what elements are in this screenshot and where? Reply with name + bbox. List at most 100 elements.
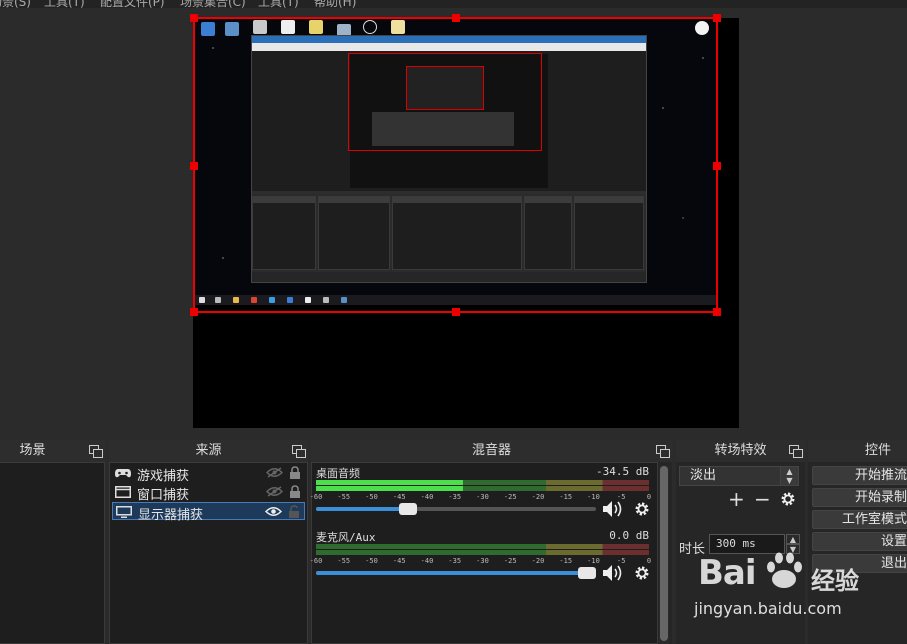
nested-preview <box>252 51 646 191</box>
meter-scale-tick: -60 <box>309 493 323 501</box>
captured-desktop <box>193 18 717 305</box>
gear-icon[interactable] <box>634 565 650 581</box>
meter-scale: -60 -55 -50 -45 -40 -35 -30 -25 -20 -15 -10 -5 0 <box>310 493 652 503</box>
studio-mode-button[interactable]: 工作室模式 <box>812 510 907 529</box>
desktop-icon <box>391 20 405 34</box>
undock-icon[interactable] <box>89 445 103 458</box>
start-streaming-button[interactable]: 开始推流 <box>812 466 907 485</box>
speaker-icon[interactable] <box>602 564 624 582</box>
eye-hidden-icon[interactable] <box>266 467 283 478</box>
undock-icon[interactable] <box>789 445 803 458</box>
undock-icon[interactable] <box>656 445 670 458</box>
meter-scale-tick: -55 <box>337 493 351 501</box>
captured-taskbar <box>193 295 717 305</box>
sources-dock-title-text: 来源 <box>195 443 222 458</box>
nested-menu-bar <box>252 43 646 51</box>
meter-scale-tick: -15 <box>559 557 573 565</box>
mixer-dock: 混音器 桌面音频 -34.5 dB -60 -55 -50 -45 -40 -35 -30 -… <box>309 440 672 644</box>
scenes-dock-title: 场景 <box>0 440 105 462</box>
scenes-list[interactable] <box>0 462 105 644</box>
gear-icon[interactable] <box>780 491 796 507</box>
duration-label: 时长 <box>679 542 706 557</box>
scenes-dock: 场景 <box>0 440 105 644</box>
desktop-icon <box>363 20 377 34</box>
menu-item-scene[interactable]: 场景(S) <box>0 0 31 8</box>
source-item[interactable]: 窗口捕获 <box>112 483 305 503</box>
meter-scale-tick: -25 <box>503 493 517 501</box>
menu-item-profile[interactable]: 配置文件(P) <box>100 0 165 8</box>
mixer-channel-db: -34.5 dB <box>596 465 649 478</box>
meter-scale-tick: -20 <box>531 557 545 565</box>
desktop-icon <box>253 20 267 34</box>
volume-slider-thumb[interactable] <box>399 503 418 515</box>
meter-scale-tick: -60 <box>309 557 323 565</box>
undock-icon[interactable] <box>292 445 306 458</box>
lock-icon[interactable] <box>289 485 301 499</box>
unlock-icon[interactable] <box>288 505 300 519</box>
nested-dock <box>318 196 390 270</box>
volume-slider-fill <box>316 571 596 575</box>
source-label: 窗口捕获 <box>137 488 190 503</box>
transition-select[interactable]: 淡出 ▲ ▼ <box>679 466 799 486</box>
controls-dock: 控件 开始推流 开始录制 工作室模式 设置 退出 <box>808 440 907 644</box>
transitions-dock: 转场特效 淡出 ▲ ▼ + − 时长 300 ms ▲ ▼ <box>676 440 805 644</box>
duration-input[interactable]: 300 ms <box>709 534 785 554</box>
chevron-updown-icon: ▲ ▼ <box>780 467 798 485</box>
preview-area[interactable] <box>0 8 907 440</box>
controls-dock-title: 控件 <box>808 440 907 462</box>
nested-obs-window <box>251 35 647 283</box>
source-item-selected[interactable]: 显示器捕获 <box>112 502 305 523</box>
desktop-icon <box>201 22 215 36</box>
controls-body: 开始推流 开始录制 工作室模式 设置 退出 <box>808 462 907 644</box>
source-item[interactable]: 游戏捕获 <box>112 464 305 484</box>
meter-scale-tick: 0 <box>646 493 652 501</box>
meter-scale-tick: -10 <box>587 557 600 565</box>
lock-icon[interactable] <box>289 466 301 480</box>
settings-button[interactable]: 设置 <box>812 532 907 551</box>
start-recording-button[interactable]: 开始录制 <box>812 488 907 507</box>
meter-scale-tick: -10 <box>587 493 600 501</box>
meter-scale-tick: -40 <box>420 557 434 565</box>
spin-down-icon[interactable]: ▼ <box>786 544 800 554</box>
mixer-channel-name: 桌面音频 <box>316 467 360 480</box>
mixer-channel-name: 麦克风/Aux <box>316 531 376 544</box>
sources-list[interactable]: 游戏捕获 窗口捕获 显示器捕获 <box>109 462 308 644</box>
speaker-icon[interactable] <box>602 500 624 518</box>
eye-icon[interactable] <box>265 506 282 517</box>
sources-dock-title: 来源 <box>109 440 308 462</box>
preview-canvas[interactable] <box>193 18 739 428</box>
remove-transition-button[interactable]: − <box>754 489 771 509</box>
monitor-icon <box>116 506 132 518</box>
meter-scale-tick: -55 <box>337 557 351 565</box>
transitions-dock-title-text: 转场特效 <box>714 443 767 458</box>
window-icon <box>115 486 131 498</box>
meter-scale-tick: -20 <box>531 493 545 501</box>
nested-status-bar <box>252 272 646 282</box>
meter-scale-tick: -30 <box>476 493 489 501</box>
menu-item-scene-collection[interactable]: 场景集合(C) <box>180 0 246 8</box>
nested-selection-box <box>348 53 542 151</box>
eye-hidden-icon[interactable] <box>266 486 283 497</box>
meter-scale-tick: -15 <box>559 493 573 501</box>
volume-slider-thumb[interactable] <box>578 567 596 579</box>
meter-scale-tick: -50 <box>365 557 378 565</box>
mixer-scrollbar-thumb[interactable] <box>660 466 668 641</box>
source-label: 显示器捕获 <box>138 508 204 523</box>
volume-slider-fill <box>316 507 409 511</box>
menu-item-view[interactable]: 工具(T) <box>44 0 85 8</box>
duration-spinner[interactable]: ▲ ▼ <box>786 534 800 554</box>
mixer-scrollbar[interactable] <box>659 466 669 644</box>
volume-slider[interactable] <box>316 503 596 515</box>
spin-up-icon[interactable]: ▲ <box>786 534 800 544</box>
transitions-body: 淡出 ▲ ▼ + − 时长 300 ms ▲ ▼ <box>676 462 805 644</box>
volume-meter <box>316 486 649 491</box>
sources-dock: 来源 游戏捕获 窗口捕获 显示器捕获 <box>109 440 308 644</box>
nested-title-bar <box>252 36 646 43</box>
mixer-channel-db: 0.0 dB <box>609 529 649 542</box>
exit-button[interactable]: 退出 <box>812 554 907 573</box>
menu-item-tools[interactable]: 工具(T) <box>258 0 299 8</box>
volume-slider[interactable] <box>316 567 596 579</box>
gear-icon[interactable] <box>634 501 650 517</box>
menu-item-help[interactable]: 帮助(H) <box>314 0 356 8</box>
add-transition-button[interactable]: + <box>728 489 745 509</box>
